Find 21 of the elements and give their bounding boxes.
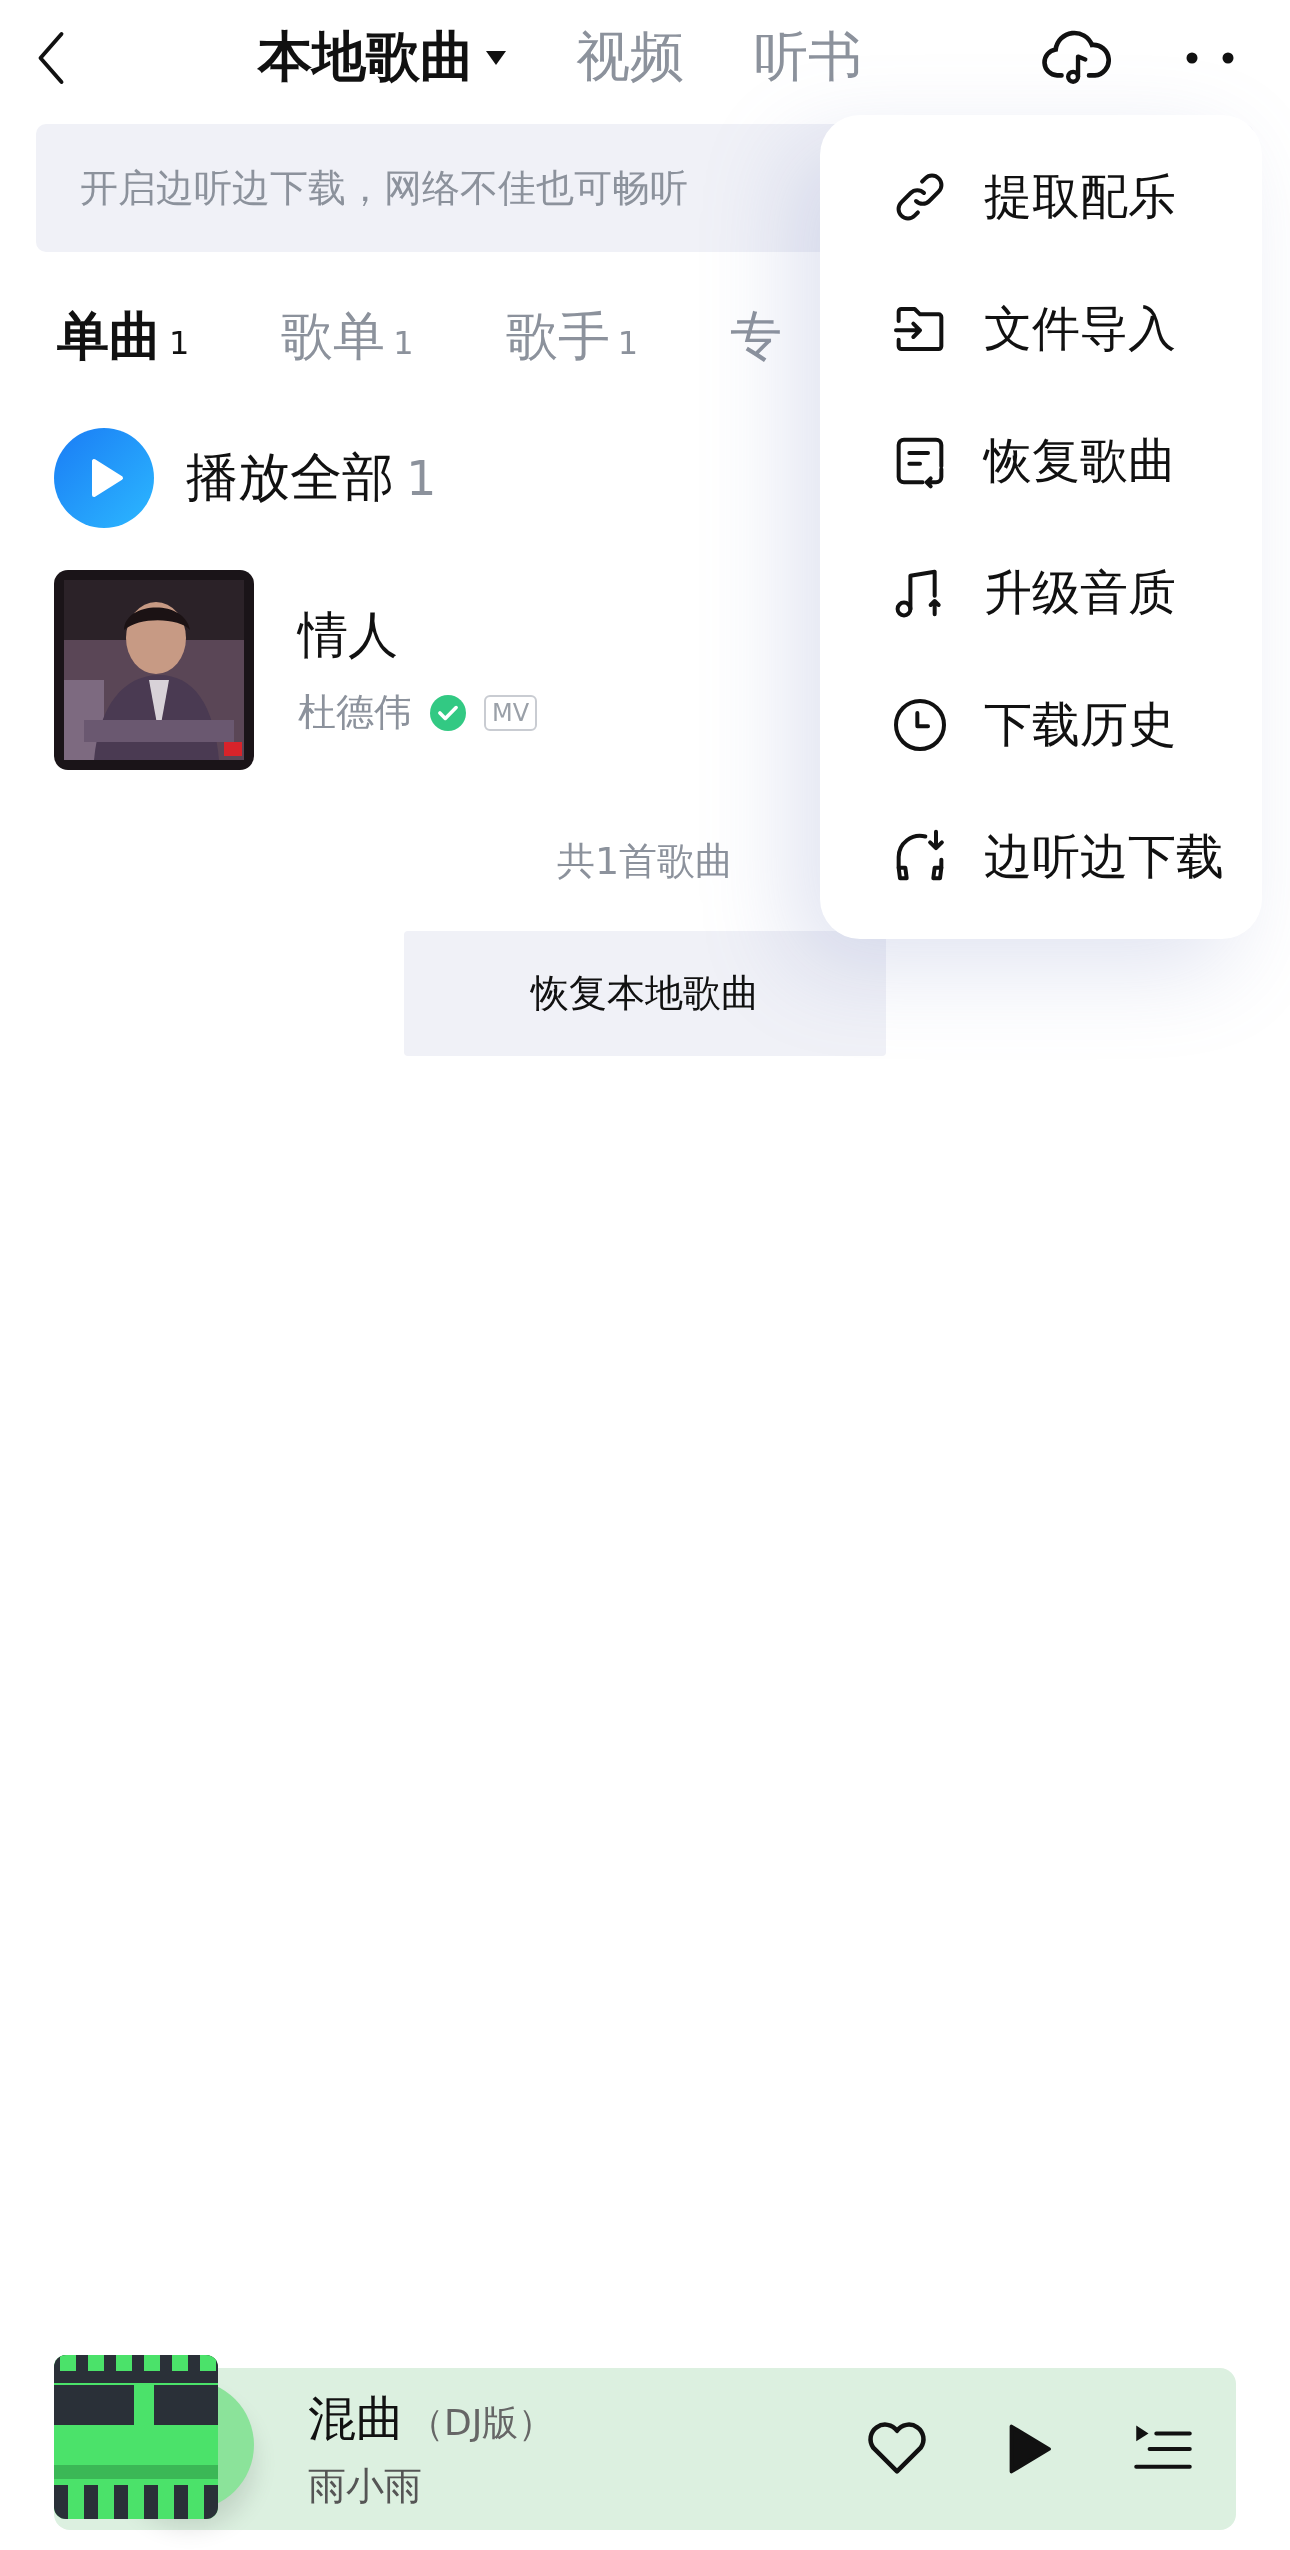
play-all-label[interactable]: 播放全部: [186, 443, 394, 513]
restore-button[interactable]: 恢复本地歌曲: [404, 931, 886, 1056]
heart-icon[interactable]: [866, 2421, 928, 2477]
play-all-icon[interactable]: [54, 428, 154, 528]
page-tab[interactable]: 本地歌曲: [258, 21, 506, 94]
more-icon[interactable]: [1185, 50, 1235, 65]
back-icon[interactable]: [36, 30, 66, 85]
track-artist: 雨小雨: [308, 2462, 423, 2510]
menu-item[interactable]: 文件导入: [820, 263, 1262, 395]
menu-item[interactable]: 恢复歌曲: [820, 395, 1262, 527]
artist-name: 杜德伟: [298, 689, 412, 736]
song-count: 1: [406, 450, 437, 506]
menu-item[interactable]: 下载历史: [820, 659, 1262, 791]
menu-item[interactable]: 边听边下载: [820, 791, 1262, 923]
song-total: 共1首歌曲: [556, 838, 734, 885]
track-tag: （DJ版）: [408, 2401, 555, 2443]
menu-item[interactable]: 升级音质: [820, 527, 1262, 659]
track-title: 混曲: [308, 2389, 404, 2446]
cloud-music-icon[interactable]: [1041, 28, 1111, 87]
song-title: 情人: [298, 605, 399, 666]
category-tab[interactable]: 单曲 1: [57, 302, 190, 372]
